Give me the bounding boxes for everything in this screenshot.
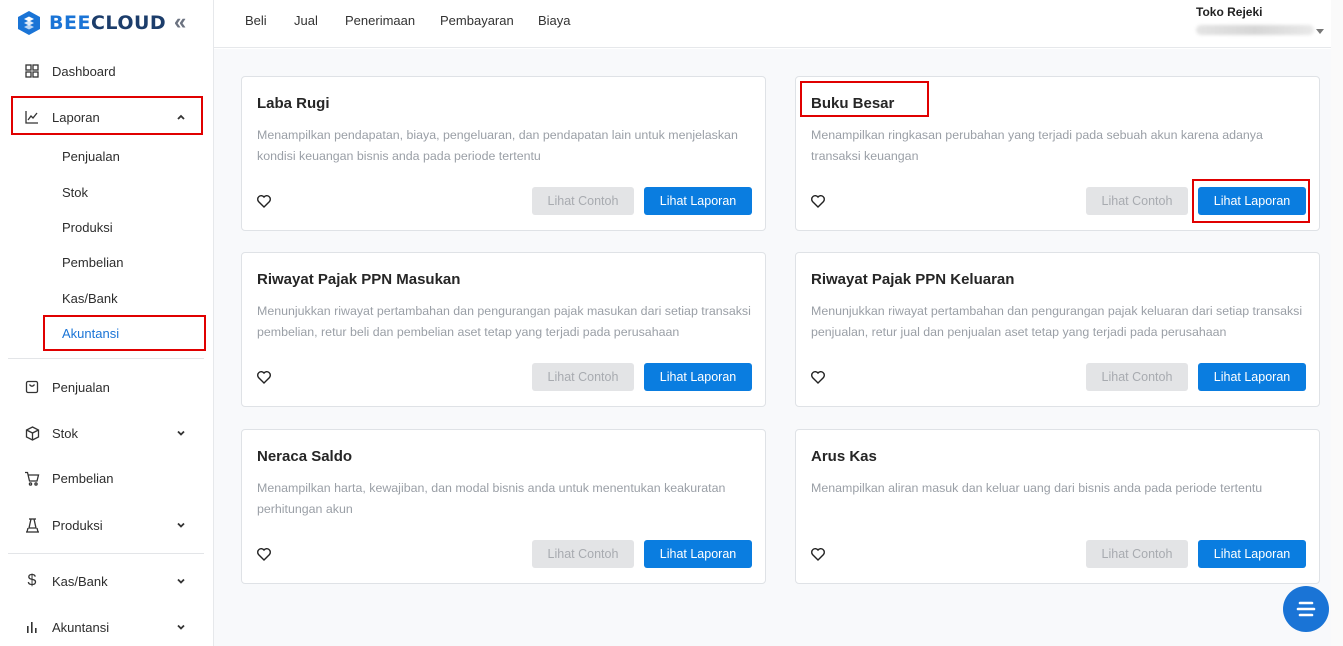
sidebar-item-akuntansi[interactable]: Akuntansi: [0, 610, 213, 644]
dollar-icon: $: [27, 572, 37, 589]
sub-item-produksi[interactable]: Produksi: [62, 218, 113, 238]
sidebar-item-label: Penjualan: [52, 379, 110, 395]
view-sample-button[interactable]: Lihat Contoh: [1086, 363, 1188, 391]
card-description: Menampilkan pendapatan, biaya, pengeluar…: [257, 128, 738, 163]
box-icon: [24, 425, 40, 441]
sub-item-kas-bank[interactable]: Kas/Bank: [62, 289, 118, 309]
receipt-icon: [24, 379, 40, 395]
sub-item-stok[interactable]: Stok: [62, 183, 88, 203]
heart-icon[interactable]: [810, 369, 826, 385]
card-description: Menampilkan ringkasan perubahan yang ter…: [811, 128, 1263, 163]
view-sample-button[interactable]: Lihat Contoh: [532, 187, 634, 215]
heart-icon[interactable]: [256, 546, 272, 562]
view-report-button[interactable]: Lihat Laporan: [644, 540, 752, 568]
card-description: Menampilkan aliran masuk dan keluar uang…: [811, 481, 1263, 495]
sidebar-item-label: Dashboard: [52, 63, 116, 79]
line-chart-icon: [24, 109, 40, 125]
sidebar-divider: [8, 553, 204, 554]
card-title: Riwayat Pajak PPN Masukan: [257, 271, 461, 288]
main-content: Laba Rugi Menampilkan pendapatan, biaya,…: [214, 49, 1331, 646]
chevron-down-icon: [177, 430, 185, 436]
sub-item-penjualan[interactable]: Penjualan: [62, 147, 120, 167]
card-title: Buku Besar: [811, 95, 895, 112]
grid-icon: [24, 63, 40, 79]
card-title: Arus Kas: [811, 448, 877, 465]
view-sample-button[interactable]: Lihat Contoh: [1086, 187, 1188, 215]
view-sample-button[interactable]: Lihat Contoh: [532, 363, 634, 391]
topnav-pembayaran[interactable]: Pembayaran: [440, 13, 514, 28]
caret-down-icon: [1316, 29, 1324, 34]
sidebar-item-kas-bank[interactable]: $ Kas/Bank: [0, 564, 213, 598]
report-card-ppn-masukan: Riwayat Pajak PPN Masukan Menunjukkan ri…: [241, 252, 766, 407]
brand-name-part1: BEE: [49, 12, 91, 34]
view-report-button[interactable]: Lihat Laporan: [1198, 363, 1306, 391]
report-card-ppn-keluaran: Riwayat Pajak PPN Keluaran Menunjukkan r…: [795, 252, 1320, 407]
top-bar: Beli Jual Penerimaan Pembayaran Biaya To…: [214, 0, 1343, 48]
collapse-sidebar-icon[interactable]: «: [174, 11, 196, 34]
view-report-button[interactable]: Lihat Laporan: [644, 187, 752, 215]
sidebar: BEECLOUD « Dashboard Laporan Penjualan S…: [0, 0, 214, 646]
view-sample-button[interactable]: Lihat Contoh: [1086, 540, 1188, 568]
sidebar-item-label: Produksi: [52, 517, 103, 533]
beecloud-logo-icon: [18, 11, 40, 35]
chat-support-button[interactable]: [1283, 586, 1329, 632]
topnav-biaya[interactable]: Biaya: [538, 13, 571, 28]
sidebar-item-stok[interactable]: Stok: [0, 416, 213, 450]
chevron-down-icon: [177, 522, 185, 528]
sidebar-item-label: Akuntansi: [52, 619, 110, 635]
brand-logo[interactable]: BEECLOUD: [16, 9, 166, 37]
sidebar-item-pembelian[interactable]: Pembelian: [0, 461, 213, 495]
sidebar-divider: [8, 358, 204, 359]
report-card-laba-rugi: Laba Rugi Menampilkan pendapatan, biaya,…: [241, 76, 766, 231]
card-description: Menampilkan harta, kewajiban, dan modal …: [257, 481, 726, 516]
heart-icon[interactable]: [256, 193, 272, 209]
topnav-beli[interactable]: Beli: [245, 13, 267, 28]
topnav-jual[interactable]: Jual: [294, 13, 318, 28]
card-description: Menunjukkan riwayat pertambahan dan peng…: [811, 304, 1303, 339]
sidebar-item-label: Pembelian: [52, 470, 114, 486]
store-name: Toko Rejeki: [1196, 5, 1263, 19]
sidebar-item-produksi[interactable]: Produksi: [0, 508, 213, 542]
topnav-penerimaan[interactable]: Penerimaan: [345, 13, 415, 28]
card-title: Riwayat Pajak PPN Keluaran: [811, 271, 1015, 288]
brand-name-part2: CLOUD: [90, 12, 167, 34]
sub-item-akuntansi[interactable]: Akuntansi: [62, 324, 119, 344]
heart-icon[interactable]: [810, 193, 826, 209]
heart-icon[interactable]: [810, 546, 826, 562]
report-card-neraca-saldo: Neraca Saldo Menampilkan harta, kewajiba…: [241, 429, 766, 584]
store-selector[interactable]: Toko Rejeki: [1196, 5, 1326, 35]
card-title: Neraca Saldo: [257, 448, 353, 465]
sidebar-item-dashboard[interactable]: Dashboard: [0, 54, 213, 88]
bar-chart-icon: [24, 619, 40, 635]
store-subtitle-blurred: [1196, 25, 1314, 35]
view-report-button[interactable]: Lihat Laporan: [1198, 187, 1306, 215]
factory-icon: [24, 517, 40, 533]
view-sample-button[interactable]: Lihat Contoh: [532, 540, 634, 568]
sidebar-item-label: Stok: [52, 425, 79, 441]
heart-icon[interactable]: [256, 369, 272, 385]
report-card-arus-kas: Arus Kas Menampilkan aliran masuk dan ke…: [795, 429, 1320, 584]
sidebar-item-laporan[interactable]: Laporan: [0, 100, 213, 134]
brand-name: BEECLOUD: [49, 12, 166, 34]
sidebar-item-label: Laporan: [52, 109, 100, 125]
chevron-up-icon: [177, 114, 185, 120]
view-report-button[interactable]: Lihat Laporan: [1198, 540, 1306, 568]
chevron-down-icon: [177, 624, 185, 630]
page-scrollbar[interactable]: [1331, 0, 1343, 646]
card-description: Menunjukkan riwayat pertambahan dan peng…: [257, 304, 751, 339]
report-card-buku-besar: Buku Besar Menampilkan ringkasan perubah…: [795, 76, 1320, 231]
sub-item-pembelian[interactable]: Pembelian: [62, 253, 123, 273]
sidebar-item-label: Kas/Bank: [52, 573, 108, 589]
cart-icon: [24, 470, 40, 486]
chat-icon: [1296, 601, 1316, 617]
chevron-down-icon: [177, 578, 185, 584]
card-title: Laba Rugi: [257, 95, 330, 112]
sidebar-item-penjualan[interactable]: Penjualan: [0, 370, 213, 404]
view-report-button[interactable]: Lihat Laporan: [644, 363, 752, 391]
